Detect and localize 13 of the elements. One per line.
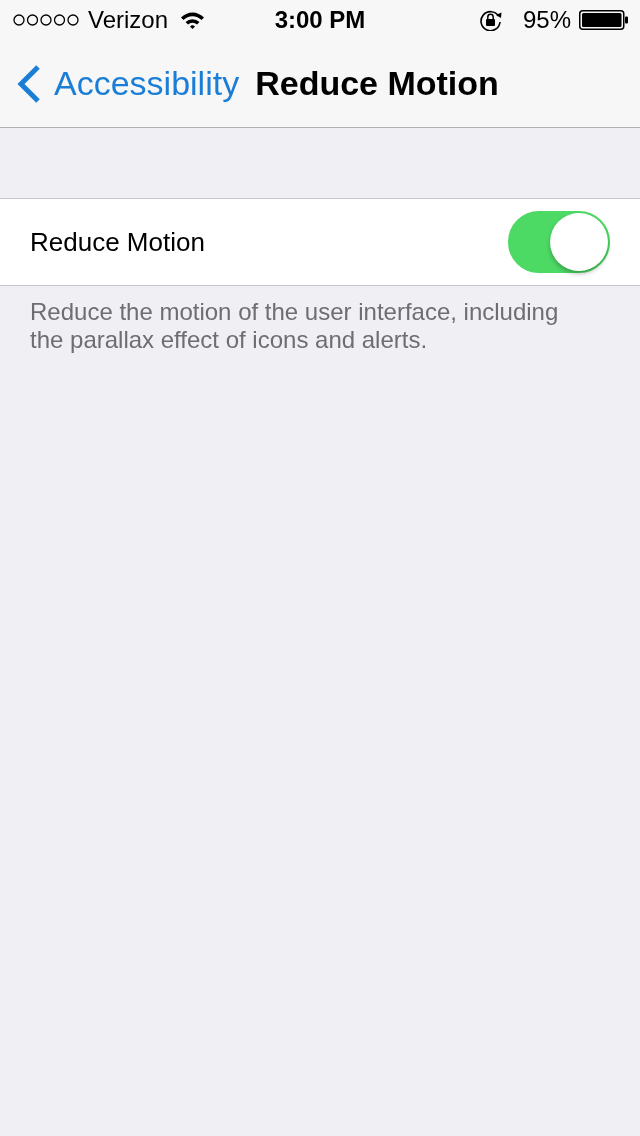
setting-description: Reduce the motion of the user interface, including the parallax effect of icons and alerts.: [29, 298, 560, 354]
status-time: 3:00 PM: [273, 6, 367, 34]
battery-icon: [579, 10, 628, 30]
battery-percent: 95%: [522, 6, 571, 34]
toggle-switch[interactable]: [508, 211, 610, 273]
wifi-icon: [180, 11, 206, 29]
rotation-lock-icon: [478, 9, 503, 31]
setting-label: Reduce Motion: [30, 226, 205, 258]
page-title: Reduce Motion: [255, 64, 499, 103]
carrier-name: Verizon: [88, 6, 169, 34]
signal-dots-icon: [13, 14, 80, 26]
chevron-left-icon: [16, 63, 42, 104]
back-button[interactable]: Accessibility: [16, 63, 240, 104]
